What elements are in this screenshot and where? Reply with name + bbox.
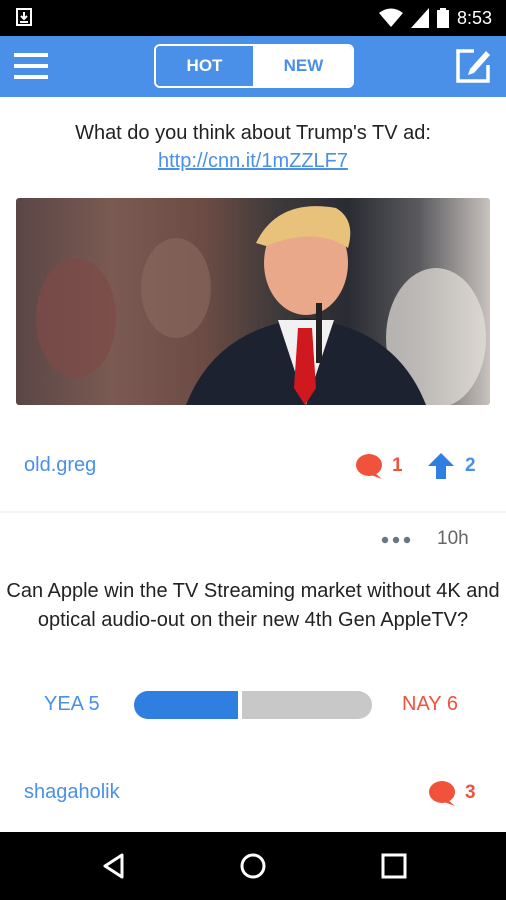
tab-new[interactable]: NEW [255,46,352,86]
hamburger-menu-icon[interactable] [14,53,48,81]
status-bar: 8:53 [0,0,506,36]
comment-icon[interactable] [355,453,383,479]
vote-ratio-bar[interactable] [134,691,372,719]
post-question: What do you think about Trump's TV ad: h… [0,119,506,175]
post-question-text: Can Apple win the TV Streaming market wi… [6,580,500,631]
home-icon[interactable] [239,852,267,880]
post-question-text: What do you think about Trump's TV ad: [75,122,431,144]
yea-label[interactable]: YEA 5 [44,693,100,716]
compose-edit-icon[interactable] [454,47,492,85]
post-image[interactable] [16,198,490,405]
vote-ratio-yea-fill [134,691,243,719]
post-photo-illustration [36,206,486,405]
feed-toggle: HOT NEW [154,44,354,88]
app-bar: HOT NEW [0,36,506,97]
post-card[interactable]: 10h Can Apple win the TV Streaming marke… [0,513,506,832]
comment-icon[interactable] [428,780,456,806]
wifi-icon [378,8,403,27]
back-icon[interactable] [100,852,128,880]
more-options-icon[interactable] [381,536,411,544]
status-time: 8:53 [456,7,492,28]
comment-count: 3 [465,782,476,803]
upvote-arrow-icon[interactable] [428,453,454,479]
comment-count: 1 [392,455,403,476]
post-author[interactable]: old.greg [24,454,96,477]
battery-icon [436,8,449,28]
post-card[interactable]: What do you think about Trump's TV ad: h… [0,97,506,511]
cell-signal-icon [410,8,429,28]
post-author[interactable]: shagaholik [24,781,120,804]
system-nav-bar [0,832,506,900]
post-age: 10h [437,528,469,549]
post-link[interactable]: http://cnn.it/1mZZLF7 [158,150,348,172]
download-notification-icon [16,8,32,26]
upvote-count: 2 [465,455,476,476]
recent-apps-icon[interactable] [380,852,408,880]
tab-hot[interactable]: HOT [156,46,255,86]
nay-label[interactable]: NAY 6 [402,693,458,716]
